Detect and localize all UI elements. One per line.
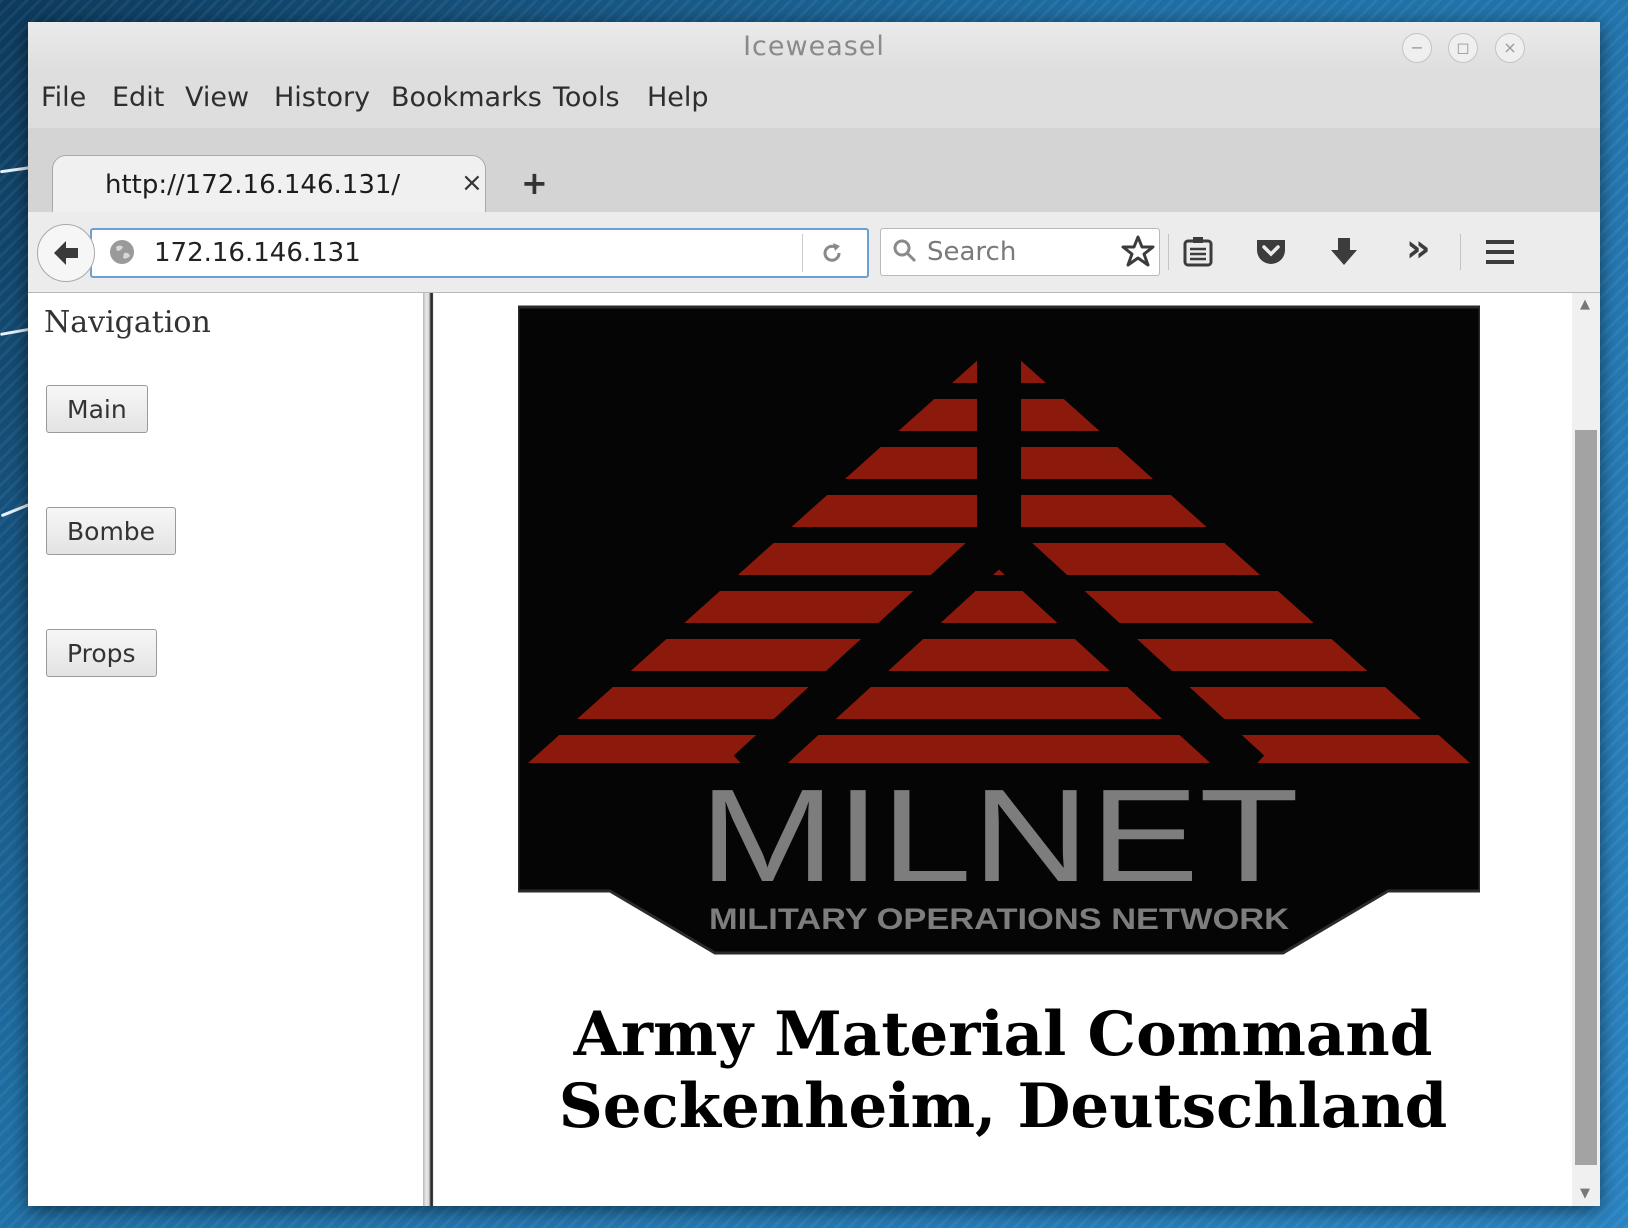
- menu-view[interactable]: View: [185, 82, 249, 113]
- maximize-button[interactable]: ◻: [1448, 33, 1478, 63]
- menu-file[interactable]: File: [41, 82, 86, 113]
- globe-icon: [110, 240, 134, 264]
- frame-divider[interactable]: [423, 293, 433, 1206]
- navigation-frame: Navigation Main Bombe Props: [28, 293, 423, 1206]
- bombe-button[interactable]: Bombe: [46, 507, 177, 555]
- tab-active[interactable]: http://172.16.146.131/ ×: [52, 155, 486, 214]
- tab-close-icon[interactable]: ×: [461, 168, 483, 198]
- heading-line-1: Army Material Command: [573, 999, 1433, 1070]
- scroll-thumb[interactable]: [1575, 430, 1597, 1165]
- back-button[interactable]: [37, 224, 95, 282]
- logo-title: MILNET: [699, 762, 1299, 909]
- url-text[interactable]: 172.16.146.131: [154, 238, 361, 268]
- hamburger-menu-icon[interactable]: [1482, 234, 1518, 270]
- overflow-icon[interactable]: »: [1406, 226, 1431, 270]
- url-separator: [802, 234, 803, 272]
- search-placeholder: Search: [927, 237, 1017, 267]
- toolbar-separator: [1460, 234, 1461, 270]
- toolbar-separator: [1168, 234, 1169, 270]
- menu-bookmarks[interactable]: Bookmarks: [391, 82, 542, 113]
- title-bar: Iceweasel − ◻ ×: [28, 22, 1600, 72]
- scroll-up-icon[interactable]: ▲: [1580, 297, 1590, 312]
- url-bar[interactable]: 172.16.146.131: [90, 228, 869, 278]
- pocket-icon[interactable]: [1253, 234, 1289, 270]
- main-button[interactable]: Main: [46, 385, 148, 433]
- tab-title: http://172.16.146.131/: [105, 170, 401, 200]
- search-icon: [893, 239, 917, 263]
- props-button[interactable]: Props: [46, 629, 157, 677]
- browser-window: Iceweasel − ◻ × File Edit View History B…: [28, 22, 1600, 1206]
- menu-bar: File Edit View History Bookmarks Tools H…: [28, 72, 1600, 128]
- download-icon[interactable]: [1326, 234, 1362, 270]
- navigation-toolbar: 172.16.146.131 Search »: [28, 212, 1600, 293]
- bookmark-star-icon[interactable]: [1120, 234, 1156, 270]
- window-title: Iceweasel: [743, 31, 885, 62]
- menu-help[interactable]: Help: [647, 82, 709, 113]
- back-icon: [54, 241, 78, 265]
- new-tab-icon[interactable]: +: [521, 164, 548, 202]
- milnet-logo: MILNET MILITARY OPERATIONS NETWORK: [518, 305, 1480, 955]
- nav-heading: Navigation: [44, 305, 211, 340]
- close-window-button[interactable]: ×: [1495, 33, 1525, 63]
- search-bar[interactable]: Search: [880, 228, 1160, 276]
- reload-icon[interactable]: [818, 239, 846, 267]
- content-frame: MILNET MILITARY OPERATIONS NETWORK Army …: [434, 293, 1572, 1206]
- scroll-down-icon[interactable]: ▼: [1580, 1186, 1590, 1201]
- menu-tools[interactable]: Tools: [553, 82, 620, 113]
- reading-list-icon[interactable]: [1180, 234, 1216, 270]
- menu-history[interactable]: History: [274, 82, 370, 113]
- vertical-scrollbar[interactable]: ▲ ▼: [1572, 293, 1600, 1206]
- logo-subtitle: MILITARY OPERATIONS NETWORK: [709, 903, 1289, 936]
- menu-edit[interactable]: Edit: [112, 82, 164, 113]
- minimize-button[interactable]: −: [1402, 33, 1432, 63]
- heading-line-2: Seckenheim, Deutschland: [558, 1071, 1448, 1142]
- tab-strip: http://172.16.146.131/ × +: [28, 128, 1600, 214]
